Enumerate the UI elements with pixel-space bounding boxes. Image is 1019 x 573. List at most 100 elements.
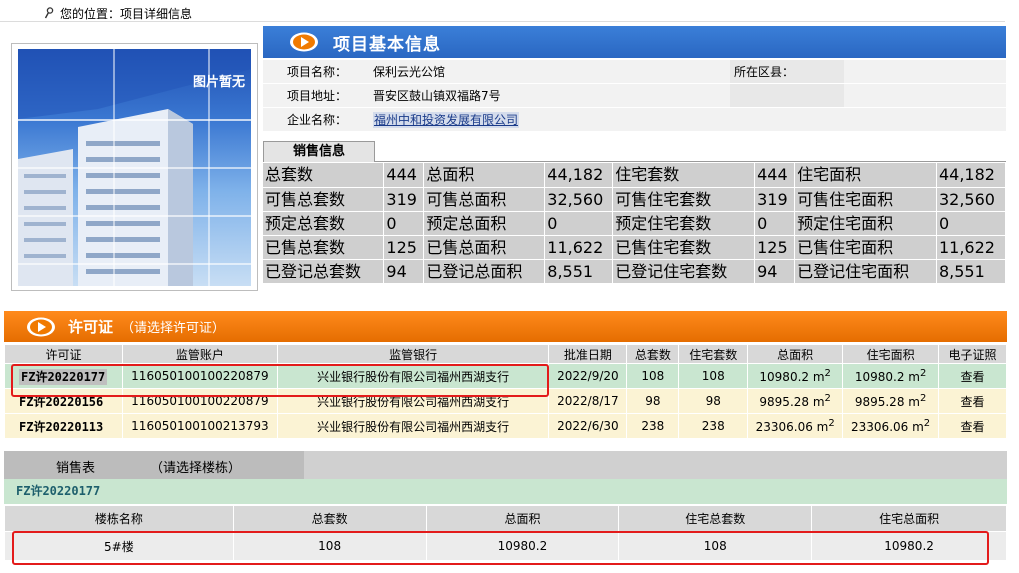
column-header: 住宅面积 <box>842 344 940 364</box>
breadcrumb-prefix: 您的位置： <box>60 6 121 21</box>
permit-row[interactable]: FZ许20220113 116050100100213793 兴业银行股份有限公司福… <box>4 413 1007 439</box>
area-value: 23306.06 m <box>851 420 924 434</box>
stats-value: 44,182 <box>936 163 1007 188</box>
total-area-cell: 23306.06 m2 <box>747 413 844 439</box>
sales-stats-table: 总套数 444 总面积 44,182 住宅套数 444 住宅面积 44,182 可售总套数 319… <box>263 163 1007 284</box>
view-license-cell: 查看 <box>938 413 1007 439</box>
stats-label: 可售总面积 <box>423 187 546 212</box>
key-icon <box>44 7 54 19</box>
view-license-link[interactable]: 查看 <box>961 395 985 409</box>
breadcrumb: 您的位置： 项目详细信息 <box>44 4 192 22</box>
stats-value: 32,560 <box>936 187 1007 212</box>
district-value <box>844 60 1006 83</box>
stats-label: 可售总套数 <box>263 187 385 212</box>
selected-permit-label: FZ许20220177 <box>4 479 1007 504</box>
stats-value: 8,551 <box>544 259 614 284</box>
stats-label: 预定住宅套数 <box>612 211 756 236</box>
permit-cell: 238 <box>678 413 749 439</box>
view-license-cell: 查看 <box>938 363 1007 389</box>
stats-value: 444 <box>754 163 796 188</box>
empty-label-cell <box>730 84 844 107</box>
permit-id-cell: FZ许20220113 <box>4 413 123 439</box>
stats-label: 已登记总套数 <box>263 259 385 284</box>
stats-value: 0 <box>754 211 796 236</box>
view-license-cell: 查看 <box>938 388 1007 414</box>
stats-row: 总套数 444 总面积 44,182 住宅套数 444 住宅面积 44,182 <box>263 163 1007 188</box>
area-value: 10980.2 m <box>759 370 825 384</box>
empty-value-cell <box>844 84 1006 107</box>
column-header: 电子证照 <box>938 344 1007 364</box>
area-value: 10980.2 m <box>854 370 920 384</box>
stats-label: 总套数 <box>263 163 385 188</box>
area-unit-superscript: 2 <box>824 368 831 379</box>
permit-cell: 108 <box>678 363 749 389</box>
residential-area-cell: 23306.06 m2 <box>842 413 940 439</box>
column-header: 住宅套数 <box>678 344 749 364</box>
residential-area-cell: 9895.28 m2 <box>842 388 940 414</box>
stats-label: 住宅套数 <box>612 163 756 188</box>
area-unit-superscript: 2 <box>919 368 927 379</box>
column-header: 总套数 <box>232 505 427 532</box>
area-unit-superscript: 2 <box>919 393 927 404</box>
stats-label: 住宅面积 <box>794 163 937 188</box>
column-header: 住宅总面积 <box>811 505 1007 532</box>
photo-placeholder-label: 图片暂无 <box>192 75 245 90</box>
permit-cell: 兴业银行股份有限公司福州西湖支行 <box>276 413 550 439</box>
permit-cell: 238 <box>626 413 680 439</box>
stats-label: 已售住宅套数 <box>612 235 756 260</box>
view-license-link[interactable]: 查看 <box>961 420 985 434</box>
permits-header: 许可证 （请选择许可证） <box>4 311 1007 342</box>
column-header: 批准日期 <box>548 344 628 364</box>
permit-cell: 98 <box>626 388 680 414</box>
info-row-company: 企业名称： 福州中和投资发展有限公司 <box>263 108 1006 132</box>
stats-label: 预定住宅面积 <box>794 211 937 236</box>
total-area-cell: 9895.28 m2 <box>747 388 844 414</box>
stats-label: 已售总套数 <box>263 235 385 260</box>
permits-title: 许可证 <box>68 318 114 336</box>
stats-label: 已售总面积 <box>423 235 546 260</box>
stats-value: 0 <box>936 211 1007 236</box>
stats-value: 125 <box>754 235 796 260</box>
stats-value: 32,560 <box>544 187 614 212</box>
area-value: 9895.28 m <box>759 395 825 409</box>
view-license-link[interactable]: 查看 <box>961 370 985 384</box>
highlight-box <box>12 531 989 565</box>
highlight-box <box>11 364 549 397</box>
column-header: 许可证 <box>4 344 123 364</box>
permits-subtitle: （请选择许可证） <box>121 321 226 336</box>
project-photo: 图片暂无 <box>18 49 251 286</box>
total-area-cell: 10980.2 m2 <box>747 363 844 389</box>
area-unit-superscript: 2 <box>828 418 835 429</box>
stats-row: 预定总套数 0 预定总面积 0 预定住宅套数 0 预定住宅面积 0 <box>263 211 1007 236</box>
permit-cell: 116050100100213793 <box>121 413 278 439</box>
breadcrumb-current: 项目详细信息 <box>120 6 193 21</box>
project-info-header: 项目基本信息 <box>263 26 1006 58</box>
stats-label: 已售住宅面积 <box>794 235 937 260</box>
play-icon <box>27 317 55 336</box>
permit-id[interactable]: FZ许20220113 <box>19 420 103 434</box>
stats-value: 44,182 <box>544 163 614 188</box>
stats-value: 94 <box>383 259 425 284</box>
column-header: 监管账户 <box>121 344 278 364</box>
tab-sales-info[interactable]: 销售信息 <box>263 141 375 162</box>
area-unit-superscript: 2 <box>923 418 931 429</box>
sales-table-hint: （请选择楼栋） <box>150 461 242 476</box>
project-address: 晋安区鼓山镇双福路7号 <box>369 84 730 107</box>
stats-value: 8,551 <box>936 259 1007 284</box>
company-link[interactable]: 福州中和投资发展有限公司 <box>373 112 520 128</box>
area-value: 23306.06 m <box>755 420 829 434</box>
company-cell: 福州中和投资发展有限公司 <box>369 108 1006 131</box>
column-header: 总面积 <box>747 344 844 364</box>
stats-label: 已登记住宅套数 <box>612 259 756 284</box>
stats-label: 已登记总面积 <box>423 259 546 284</box>
residential-area-cell: 10980.2 m2 <box>842 363 940 389</box>
column-header: 总面积 <box>425 505 620 532</box>
project-photo-frame: 图片暂无 <box>11 43 258 291</box>
district-label: 所在区县： <box>730 60 844 83</box>
info-row-name: 项目名称： 保利云光公馆 所在区县： <box>263 60 1006 84</box>
stats-label: 可售住宅面积 <box>794 187 937 212</box>
building-header-row: 楼栋名称 总套数 总面积 住宅总套数 住宅总面积 <box>4 505 1007 532</box>
sales-table-header: 销售表 （请选择楼栋） <box>4 451 1007 479</box>
stats-value: 319 <box>754 187 796 212</box>
stats-value: 444 <box>383 163 425 188</box>
